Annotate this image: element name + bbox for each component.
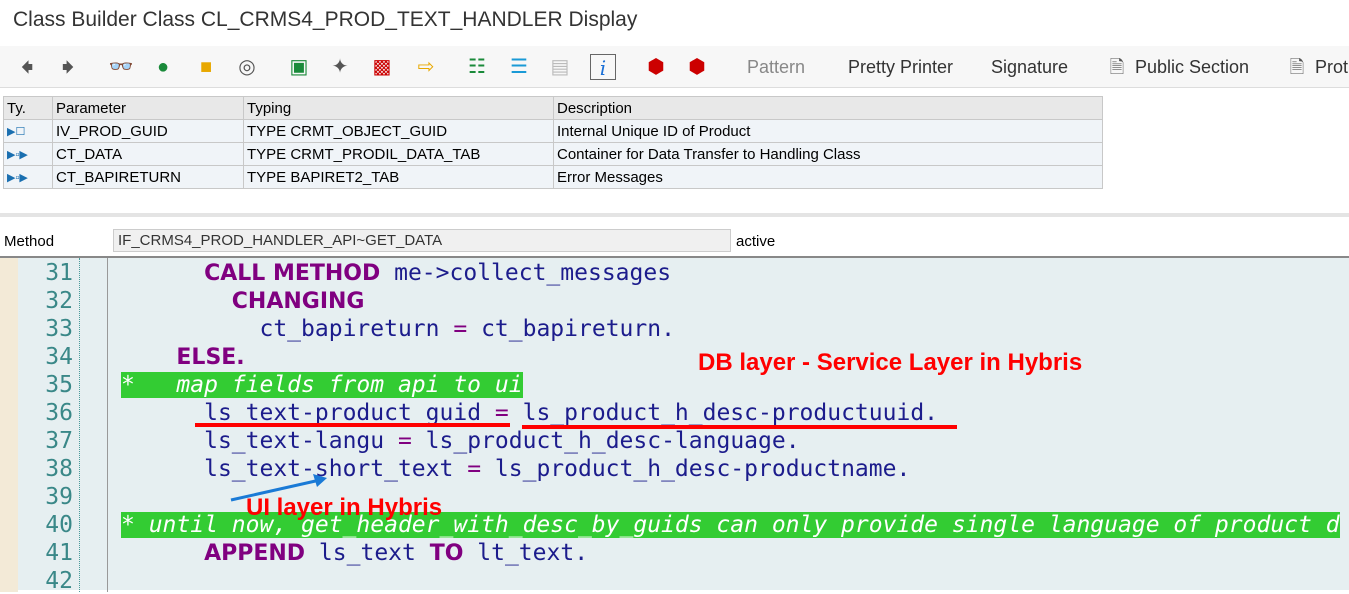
parameter-table: Ty. Parameter Typing Description ▶☐ IV_P… <box>3 96 1103 189</box>
db-layer-annotation: DB layer - Service Layer in Hybris <box>698 349 1083 376</box>
line-number: 37 <box>45 428 73 454</box>
table-row: ▶☐ IV_PROD_GUID TYPE CRMT_OBJECT_GUID In… <box>3 119 1103 143</box>
public-section-button[interactable]: Public Section <box>1135 57 1249 78</box>
object-list-icon[interactable]: ☷ <box>464 54 490 80</box>
line-number: 36 <box>45 400 73 426</box>
active-inactive-icon[interactable]: ■ <box>193 54 219 80</box>
changing-icon[interactable]: ▶▫▶ <box>3 165 53 189</box>
code-line: ELSE. <box>176 345 245 370</box>
signature-button[interactable]: Signature <box>991 57 1068 78</box>
line-number: 34 <box>45 344 73 370</box>
column-header[interactable]: Description <box>553 96 1103 120</box>
info-icon[interactable]: i <box>590 54 616 80</box>
where-used-icon[interactable]: ▩ <box>369 54 395 80</box>
activate-icon[interactable]: ▣ <box>286 54 312 80</box>
test-icon[interactable]: ✦ <box>327 54 353 80</box>
splitter-handle[interactable] <box>0 213 1349 217</box>
line-number: 39 <box>45 484 73 510</box>
navigation-icon[interactable]: ⇨ <box>413 54 439 80</box>
line-number: 35 <box>45 372 73 398</box>
parameter-description[interactable]: Container for Data Transfer to Handling … <box>553 142 1103 166</box>
table-header: Ty. Parameter Typing Description <box>3 96 1103 120</box>
back-icon[interactable]: 🠸 <box>14 54 40 80</box>
method-label: Method <box>4 233 55 250</box>
comment-line: * map fields from api to ui <box>121 372 523 398</box>
line-number: 38 <box>45 456 73 482</box>
line-number: 33 <box>45 316 73 342</box>
line-number: 40 <box>45 512 73 538</box>
underline <box>195 423 510 427</box>
parameter-name[interactable]: CT_BAPIRETURN <box>52 165 244 189</box>
column-header[interactable]: Typing <box>243 96 554 120</box>
toolbar: 🠸 🠺 👓 ● ■ ◎ ▣ ✦ ▩ ⇨ ☷ ☰ ▤ i ⬢ ⬢ Pattern … <box>0 46 1349 88</box>
line-number: 31 <box>45 260 73 286</box>
parameter-name[interactable]: IV_PROD_GUID <box>52 119 244 143</box>
ui-layer-annotation: UI layer in Hybris <box>246 494 443 521</box>
code-line: CALL METHOD me->collect_messages <box>204 260 672 286</box>
parameter-description[interactable]: Internal Unique ID of Product <box>553 119 1103 143</box>
parameter-typing[interactable]: TYPE CRMT_PRODIL_DATA_TAB <box>243 142 554 166</box>
parameter-typing[interactable]: TYPE CRMT_OBJECT_GUID <box>243 119 554 143</box>
other-object-icon[interactable]: 👓 <box>108 54 134 80</box>
divider <box>107 258 108 592</box>
importing-icon[interactable]: ▶☐ <box>3 119 53 143</box>
forward-icon[interactable]: 🠺 <box>55 54 81 80</box>
code-line: CHANGING <box>231 289 365 314</box>
table-row: ▶▫▶ CT_DATA TYPE CRMT_PRODIL_DATA_TAB Co… <box>3 142 1103 166</box>
parameter-name[interactable]: CT_DATA <box>52 142 244 166</box>
column-header[interactable]: Parameter <box>52 96 244 120</box>
display-list-icon[interactable]: ▤ <box>547 54 573 80</box>
code-line: ls_text-langu = ls_product_h_desc-langua… <box>204 428 800 454</box>
line-number: 42 <box>45 568 73 594</box>
protected-section-button[interactable]: Prot <box>1315 57 1348 78</box>
parameter-typing[interactable]: TYPE BAPIRET2_TAB <box>243 165 554 189</box>
breakpoint-icon[interactable]: ⬢ <box>643 54 669 80</box>
document-icon: 🗎 <box>1109 57 1125 77</box>
check-icon[interactable]: ◎ <box>234 54 260 80</box>
method-status: active <box>736 233 776 250</box>
underline <box>522 425 957 429</box>
session-breakpoint-icon[interactable]: ⬢ <box>684 54 710 80</box>
line-number: 32 <box>45 288 73 314</box>
window-title: Class Builder Class CL_CRMS4_PROD_TEXT_H… <box>13 8 638 31</box>
editor-margin <box>0 258 18 592</box>
line-number: 41 <box>45 540 73 566</box>
inheritance-icon[interactable]: ☰ <box>506 54 532 80</box>
method-field[interactable]: IF_CRMS4_PROD_HANDLER_API~GET_DATA <box>113 229 731 252</box>
pretty-printer-button[interactable]: Pretty Printer <box>848 57 953 78</box>
display-change-icon[interactable]: ● <box>150 54 176 80</box>
column-header[interactable]: Ty. <box>3 96 53 120</box>
line-numbers: 31 32 33 34 35 36 37 38 39 40 41 42 <box>18 258 80 594</box>
document-icon: 🗎 <box>1289 57 1305 77</box>
code-line: ct_bapireturn = ct_bapireturn. <box>259 316 675 342</box>
parameter-description[interactable]: Error Messages <box>553 165 1103 189</box>
table-row: ▶▫▶ CT_BAPIRETURN TYPE BAPIRET2_TAB Erro… <box>3 165 1103 189</box>
changing-icon[interactable]: ▶▫▶ <box>3 142 53 166</box>
code-line: APPEND ls_text TO lt_text. <box>204 540 589 566</box>
pattern-button[interactable]: Pattern <box>747 57 805 78</box>
